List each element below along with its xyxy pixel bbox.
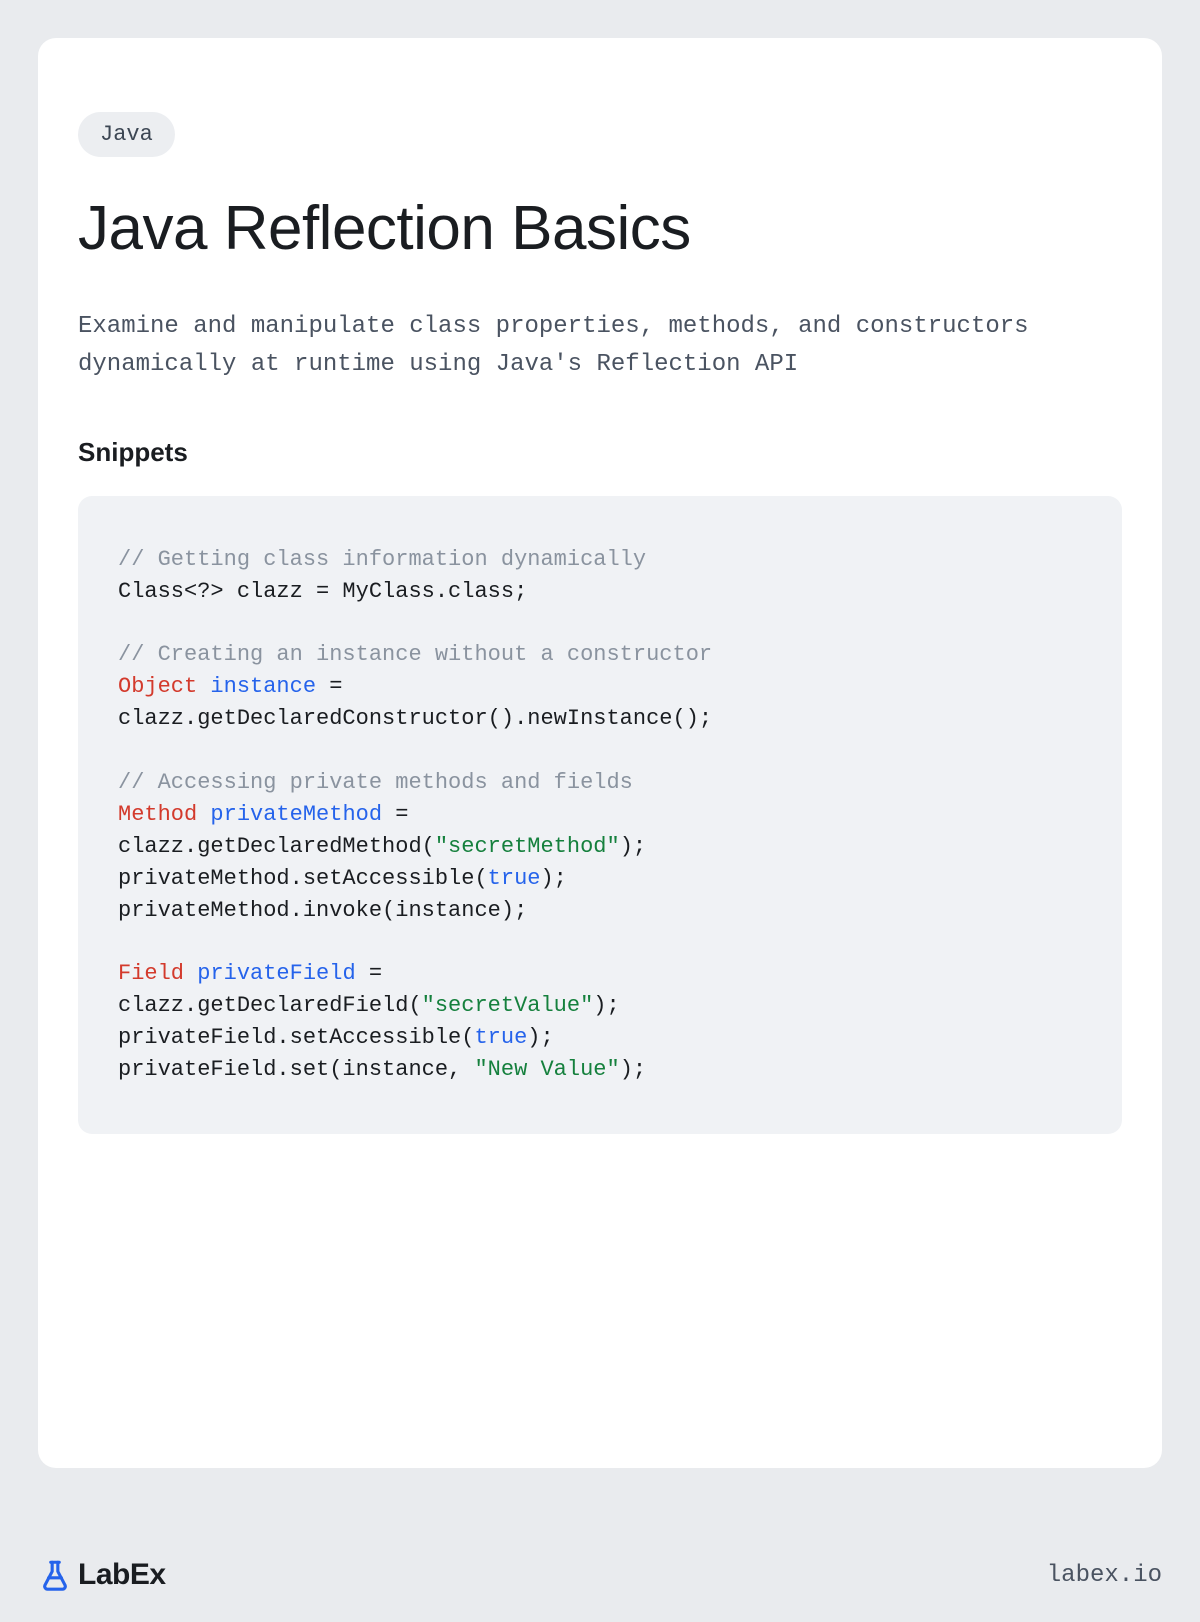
code-type: Object bbox=[118, 674, 197, 699]
code-line: Class<?> clazz = MyClass.class; bbox=[118, 579, 527, 604]
brand-logo: LabEx bbox=[38, 1558, 166, 1592]
code-type: Method bbox=[118, 802, 197, 827]
code-comment: // Creating an instance without a constr… bbox=[118, 642, 712, 667]
code-string: "New Value" bbox=[474, 1057, 619, 1082]
code-text: = bbox=[316, 674, 342, 699]
code-line: privateField.setAccessible( bbox=[118, 1025, 474, 1050]
code-bool: true bbox=[474, 1025, 527, 1050]
code-string: "secretMethod" bbox=[435, 834, 620, 859]
code-line: clazz.getDeclaredMethod( bbox=[118, 834, 435, 859]
snippets-heading: Snippets bbox=[78, 437, 1122, 468]
code-line: ); bbox=[620, 1057, 646, 1082]
code-line: clazz.getDeclaredConstructor().newInstan… bbox=[118, 706, 712, 731]
code-comment: // Getting class information dynamically bbox=[118, 547, 646, 572]
code-snippet: // Getting class information dynamically… bbox=[78, 496, 1122, 1134]
page-title: Java Reflection Basics bbox=[78, 193, 1122, 264]
code-line: clazz.getDeclaredField( bbox=[118, 993, 422, 1018]
code-text: = bbox=[382, 802, 408, 827]
code-text: = bbox=[356, 961, 382, 986]
code-var: instance bbox=[210, 674, 316, 699]
code-line: privateMethod.setAccessible( bbox=[118, 866, 488, 891]
code-type: Field bbox=[118, 961, 184, 986]
code-var: privateField bbox=[197, 961, 355, 986]
code-line: ); bbox=[593, 993, 619, 1018]
code-line: privateMethod.invoke(instance); bbox=[118, 898, 527, 923]
page-footer: LabEx labex.io bbox=[38, 1558, 1162, 1592]
page-description: Examine and manipulate class properties,… bbox=[78, 308, 1122, 385]
language-tag: Java bbox=[78, 112, 175, 157]
site-url: labex.io bbox=[1047, 1562, 1162, 1589]
flask-icon bbox=[38, 1558, 72, 1592]
code-comment: // Accessing private methods and fields bbox=[118, 770, 633, 795]
content-card: Java Java Reflection Basics Examine and … bbox=[38, 38, 1162, 1468]
brand-name: LabEx bbox=[78, 1558, 166, 1592]
code-bool: true bbox=[488, 866, 541, 891]
code-line: privateField.set(instance, bbox=[118, 1057, 474, 1082]
code-line: ); bbox=[620, 834, 646, 859]
code-string: "secretValue" bbox=[422, 993, 594, 1018]
code-var: privateMethod bbox=[210, 802, 382, 827]
code-line: ); bbox=[540, 866, 566, 891]
code-line: ); bbox=[527, 1025, 553, 1050]
